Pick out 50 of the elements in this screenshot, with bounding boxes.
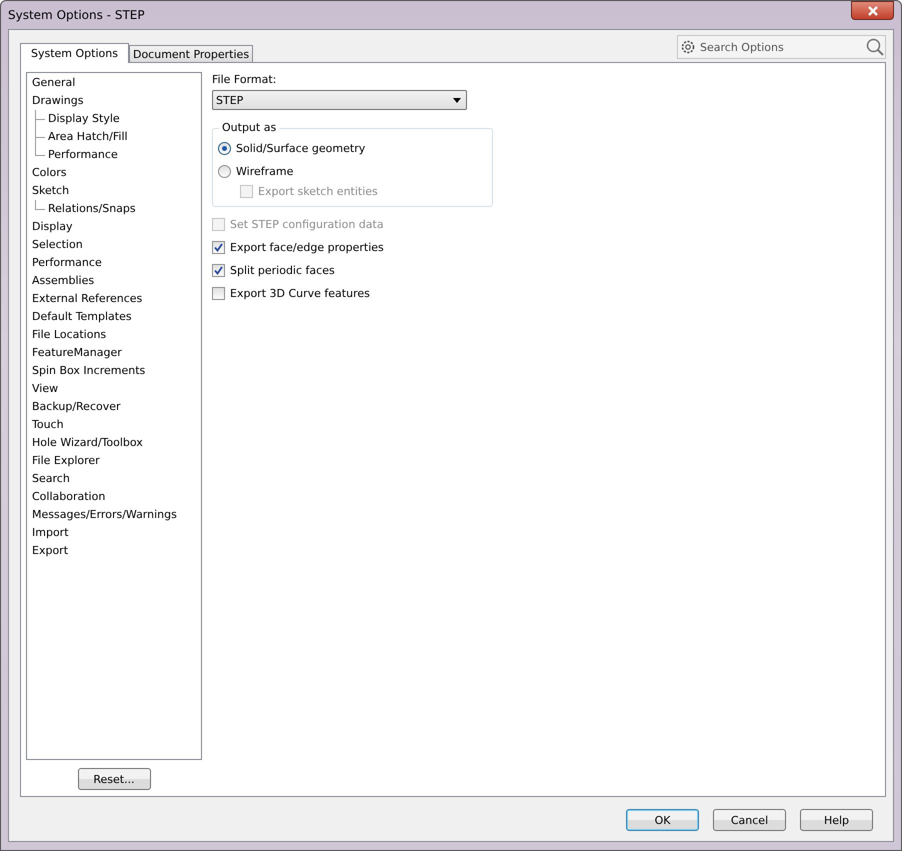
tree-item[interactable]: Relations/Snaps [48,200,136,218]
tree-item[interactable]: Import [32,524,201,542]
caret-icon [453,98,461,102]
tree-item[interactable]: Display Style [48,110,120,128]
tree-item[interactable]: Drawings [32,92,201,110]
tree-item[interactable]: Search [32,470,201,488]
tree-item[interactable]: Performance [32,254,201,272]
tree-item[interactable]: FeatureManager [32,344,201,362]
tree-item[interactable]: Colors [32,164,201,182]
tree-item[interactable]: File Explorer [32,452,201,470]
tab[interactable]: Document Properties [128,45,254,62]
tab[interactable]: System Options [20,43,129,63]
reset-button[interactable]: Reset... [78,768,150,790]
tree-item[interactable]: Performance [48,146,118,164]
checkbox-option[interactable]: Export 3D Curve features [212,282,370,305]
tree-item[interactable]: Sketch [32,182,201,200]
radio-option[interactable]: Solid/Surface geometry [218,137,492,160]
tree-item[interactable]: Default Templates [32,308,201,326]
tree-item[interactable]: External References [32,290,201,308]
checkbox-option[interactable]: Export face/edge properties [212,236,384,259]
field-label: File Format: [212,73,276,88]
tree-item[interactable]: File Locations [32,326,201,344]
tree-item[interactable]: Selection [32,236,201,254]
close-icon [866,6,878,16]
tree-connector-icon [34,200,46,210]
dialog-button[interactable]: OK [626,809,699,831]
tree-item[interactable]: Assemblies [32,272,201,290]
file-format-dropdown[interactable]: STEP [212,90,467,110]
tree-item[interactable]: General [32,74,201,92]
dialog-button[interactable]: Cancel [713,809,786,831]
tree-connector-icon [34,110,46,128]
dialog-button[interactable]: Help [800,809,873,831]
group-title: Output as [219,121,280,134]
tree-item[interactable]: Collaboration [32,488,201,506]
tree-item[interactable]: View [32,380,201,398]
window-title: System Options - STEP [8,8,145,22]
gear-icon [680,39,696,55]
search-icon [866,38,884,56]
tree-item[interactable]: Backup/Recover [32,398,201,416]
close-button[interactable] [851,1,894,20]
tree-item[interactable]: Spin Box Increments [32,362,201,380]
search-field[interactable]: Search Options [677,35,886,59]
tree-item[interactable]: Display [32,218,201,236]
tree-item[interactable]: Hole Wizard/Toolbox [32,434,201,452]
tree-item[interactable]: Touch [32,416,201,434]
tree-item[interactable]: Area Hatch/Fill [48,128,128,146]
checkbox-option[interactable]: Split periodic faces [212,259,335,282]
radio-option[interactable]: Wireframe [218,160,492,183]
tree-item[interactable]: Messages/Errors/Warnings [32,506,201,524]
tree-item[interactable]: Export [32,542,201,560]
